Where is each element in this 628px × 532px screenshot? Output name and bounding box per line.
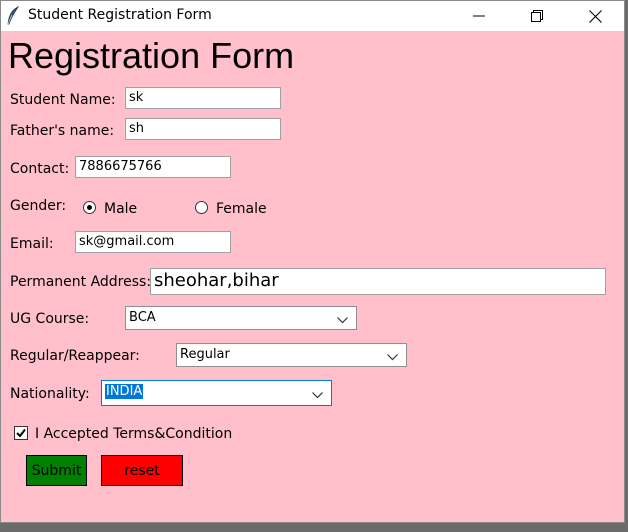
- feather-icon: [6, 5, 20, 26]
- nationality-select[interactable]: INDIA: [101, 380, 332, 406]
- ug-course-value: BCA: [129, 310, 156, 325]
- gender-female-radio[interactable]: [195, 201, 208, 214]
- submit-button[interactable]: Submit: [26, 455, 87, 486]
- ug-course-label: UG Course:: [10, 311, 90, 327]
- father-name-input[interactable]: sh: [125, 118, 281, 140]
- form-heading: Registration Form: [8, 35, 295, 76]
- minimize-button[interactable]: [456, 1, 502, 31]
- ug-course-select[interactable]: BCA: [125, 306, 357, 330]
- address-input[interactable]: sheohar,bihar: [150, 268, 606, 295]
- window-title: Student Registration Form: [28, 7, 212, 23]
- regular-reappear-select[interactable]: Regular: [176, 343, 407, 367]
- gender-female-label[interactable]: Female: [216, 201, 267, 217]
- regular-reappear-label: Regular/Reappear:: [10, 348, 140, 364]
- close-icon: [588, 9, 602, 23]
- chevron-down-icon[interactable]: [387, 350, 398, 365]
- student-name-label: Student Name:: [10, 92, 116, 108]
- restore-icon: [531, 10, 543, 22]
- contact-input[interactable]: 7886675766: [75, 156, 231, 178]
- radio-selected-dot: [87, 205, 92, 210]
- contact-label: Contact:: [10, 161, 70, 177]
- title-bar[interactable]: Student Registration Form: [1, 1, 624, 31]
- gender-label: Gender:: [10, 198, 67, 214]
- terms-checkbox[interactable]: [14, 426, 28, 440]
- email-label: Email:: [10, 236, 54, 252]
- regular-reappear-value: Regular: [180, 347, 230, 362]
- terms-label[interactable]: I Accepted Terms&Condition: [35, 426, 232, 442]
- student-name-input[interactable]: sk: [125, 87, 281, 109]
- app-window: Student Registration Form Registration F…: [0, 0, 625, 523]
- email-input[interactable]: sk@gmail.com: [75, 231, 231, 253]
- nationality-label: Nationality:: [10, 386, 90, 402]
- address-label: Permanent Address:: [10, 274, 152, 290]
- father-name-label: Father's name:: [10, 123, 115, 139]
- chevron-down-icon[interactable]: [312, 388, 323, 403]
- reset-button[interactable]: reset: [101, 455, 183, 486]
- close-button[interactable]: [572, 1, 618, 31]
- restore-button[interactable]: [514, 1, 560, 31]
- minimize-icon: [473, 15, 485, 17]
- gender-male-label[interactable]: Male: [104, 201, 137, 217]
- gender-male-radio[interactable]: [83, 201, 96, 214]
- nationality-value: INDIA: [105, 384, 144, 399]
- chevron-down-icon[interactable]: [337, 313, 348, 328]
